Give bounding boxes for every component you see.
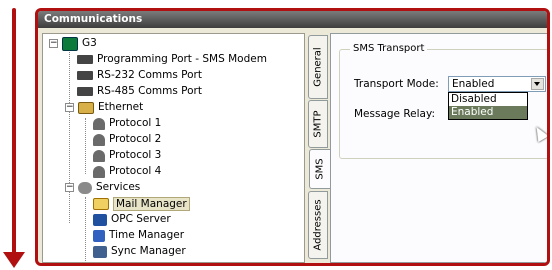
collapse-icon[interactable]: − [65,183,74,192]
collapse-icon[interactable]: − [49,39,58,48]
transport-mode-dropdown: Disabled Enabled [448,92,528,120]
tree-item-rs485[interactable]: RS-485 Comms Port [77,84,202,99]
tree-item-mail-manager[interactable]: Mail Manager [93,196,190,211]
tree-item-label: Ethernet [98,101,144,113]
tree-item-time-manager[interactable]: Time Manager [93,228,184,243]
sync-icon [93,245,107,258]
annotation-arrow-line [12,8,16,258]
port-icon [77,87,93,96]
option-enabled[interactable]: Enabled [449,106,527,119]
tree-item-g3[interactable]: − G3 [49,36,97,51]
protocol-icon [93,133,105,146]
tree-item-protocol-1[interactable]: Protocol 1 [93,116,161,131]
tab-label: SMTP [312,110,324,138]
message-relay-label: Message Relay: [354,108,435,120]
protocol-icon [93,165,105,178]
tree-item-programming-port[interactable]: Programming Port - SMS Modem [77,52,267,67]
transport-mode-value: Enabled [452,78,495,90]
tree-item-protocol-4[interactable]: Protocol 4 [93,164,161,179]
tree-item-label: Sync Manager [111,245,186,257]
communications-tree[interactable]: − G3 Programming Port - SMS Modem RS-232… [42,33,305,263]
tree-item-label: Protocol 4 [109,165,162,177]
tree-item-protocol-2[interactable]: Protocol 2 [93,132,161,147]
tree-item-opc-server[interactable]: OPC Server [93,212,171,227]
device-icon [62,36,78,51]
tree-item-label: RS-232 Comms Port [97,69,202,81]
option-disabled[interactable]: Disabled [449,93,527,106]
collapse-icon[interactable]: − [65,103,74,112]
window-title: Communications [38,11,547,28]
tree-item-label: Services [96,181,141,193]
sms-transport-group: SMS Transport Transport Mode: Message Re… [339,43,547,159]
tree-item-sync-manager[interactable]: Sync Manager [93,244,186,259]
transport-mode-select[interactable]: Enabled [448,76,546,92]
tab-sms[interactable]: SMS [309,149,330,189]
opc-server-icon [93,213,107,226]
tree-item-label: RS-485 Comms Port [97,85,202,97]
tab-label: SMS [314,158,326,180]
tab-label: Addresses [312,199,324,251]
tree-connector [85,197,86,261]
tab-strip: General SMTP SMS Addresses [308,33,330,263]
transport-mode-label: Transport Mode: [354,78,439,90]
tab-label: General [312,47,324,87]
tree-item-protocol-3[interactable]: Protocol 3 [93,148,161,163]
port-icon [77,71,93,80]
tree-connector [69,48,70,223]
tree-item-label: Time Manager [109,229,185,241]
mail-icon [93,197,109,210]
protocol-icon [93,117,105,130]
tree-item-ethernet[interactable]: − Ethernet [65,100,143,115]
tree-item-services[interactable]: − Services [65,180,140,195]
tab-addresses[interactable]: Addresses [308,191,328,259]
tab-smtp[interactable]: SMTP [308,100,328,148]
services-icon [78,181,92,194]
group-title: SMS Transport [350,43,428,54]
tree-item-label: G3 [82,37,97,49]
tree-item-label: Protocol 1 [109,117,162,129]
tree-item-label: Protocol 3 [109,149,162,161]
chevron-down-icon[interactable] [531,78,544,90]
tree-item-label: Programming Port - SMS Modem [97,53,267,65]
tree-connector [85,118,86,174]
tree-item-label: OPC Server [111,213,171,225]
communications-window: Communications − G3 Programming Port - S… [35,8,550,266]
port-icon [77,55,93,64]
ethernet-icon [78,101,94,114]
mouse-cursor-icon [531,123,547,143]
annotation-arrow-head [3,252,25,268]
sms-settings-panel: SMS Transport Transport Mode: Message Re… [330,33,547,263]
tree-item-label: Protocol 2 [109,133,162,145]
clock-icon [93,229,105,242]
protocol-icon [93,149,105,162]
tab-general[interactable]: General [308,35,328,99]
tree-item-label: Mail Manager [113,196,190,211]
tree-item-rs232[interactable]: RS-232 Comms Port [77,68,202,83]
